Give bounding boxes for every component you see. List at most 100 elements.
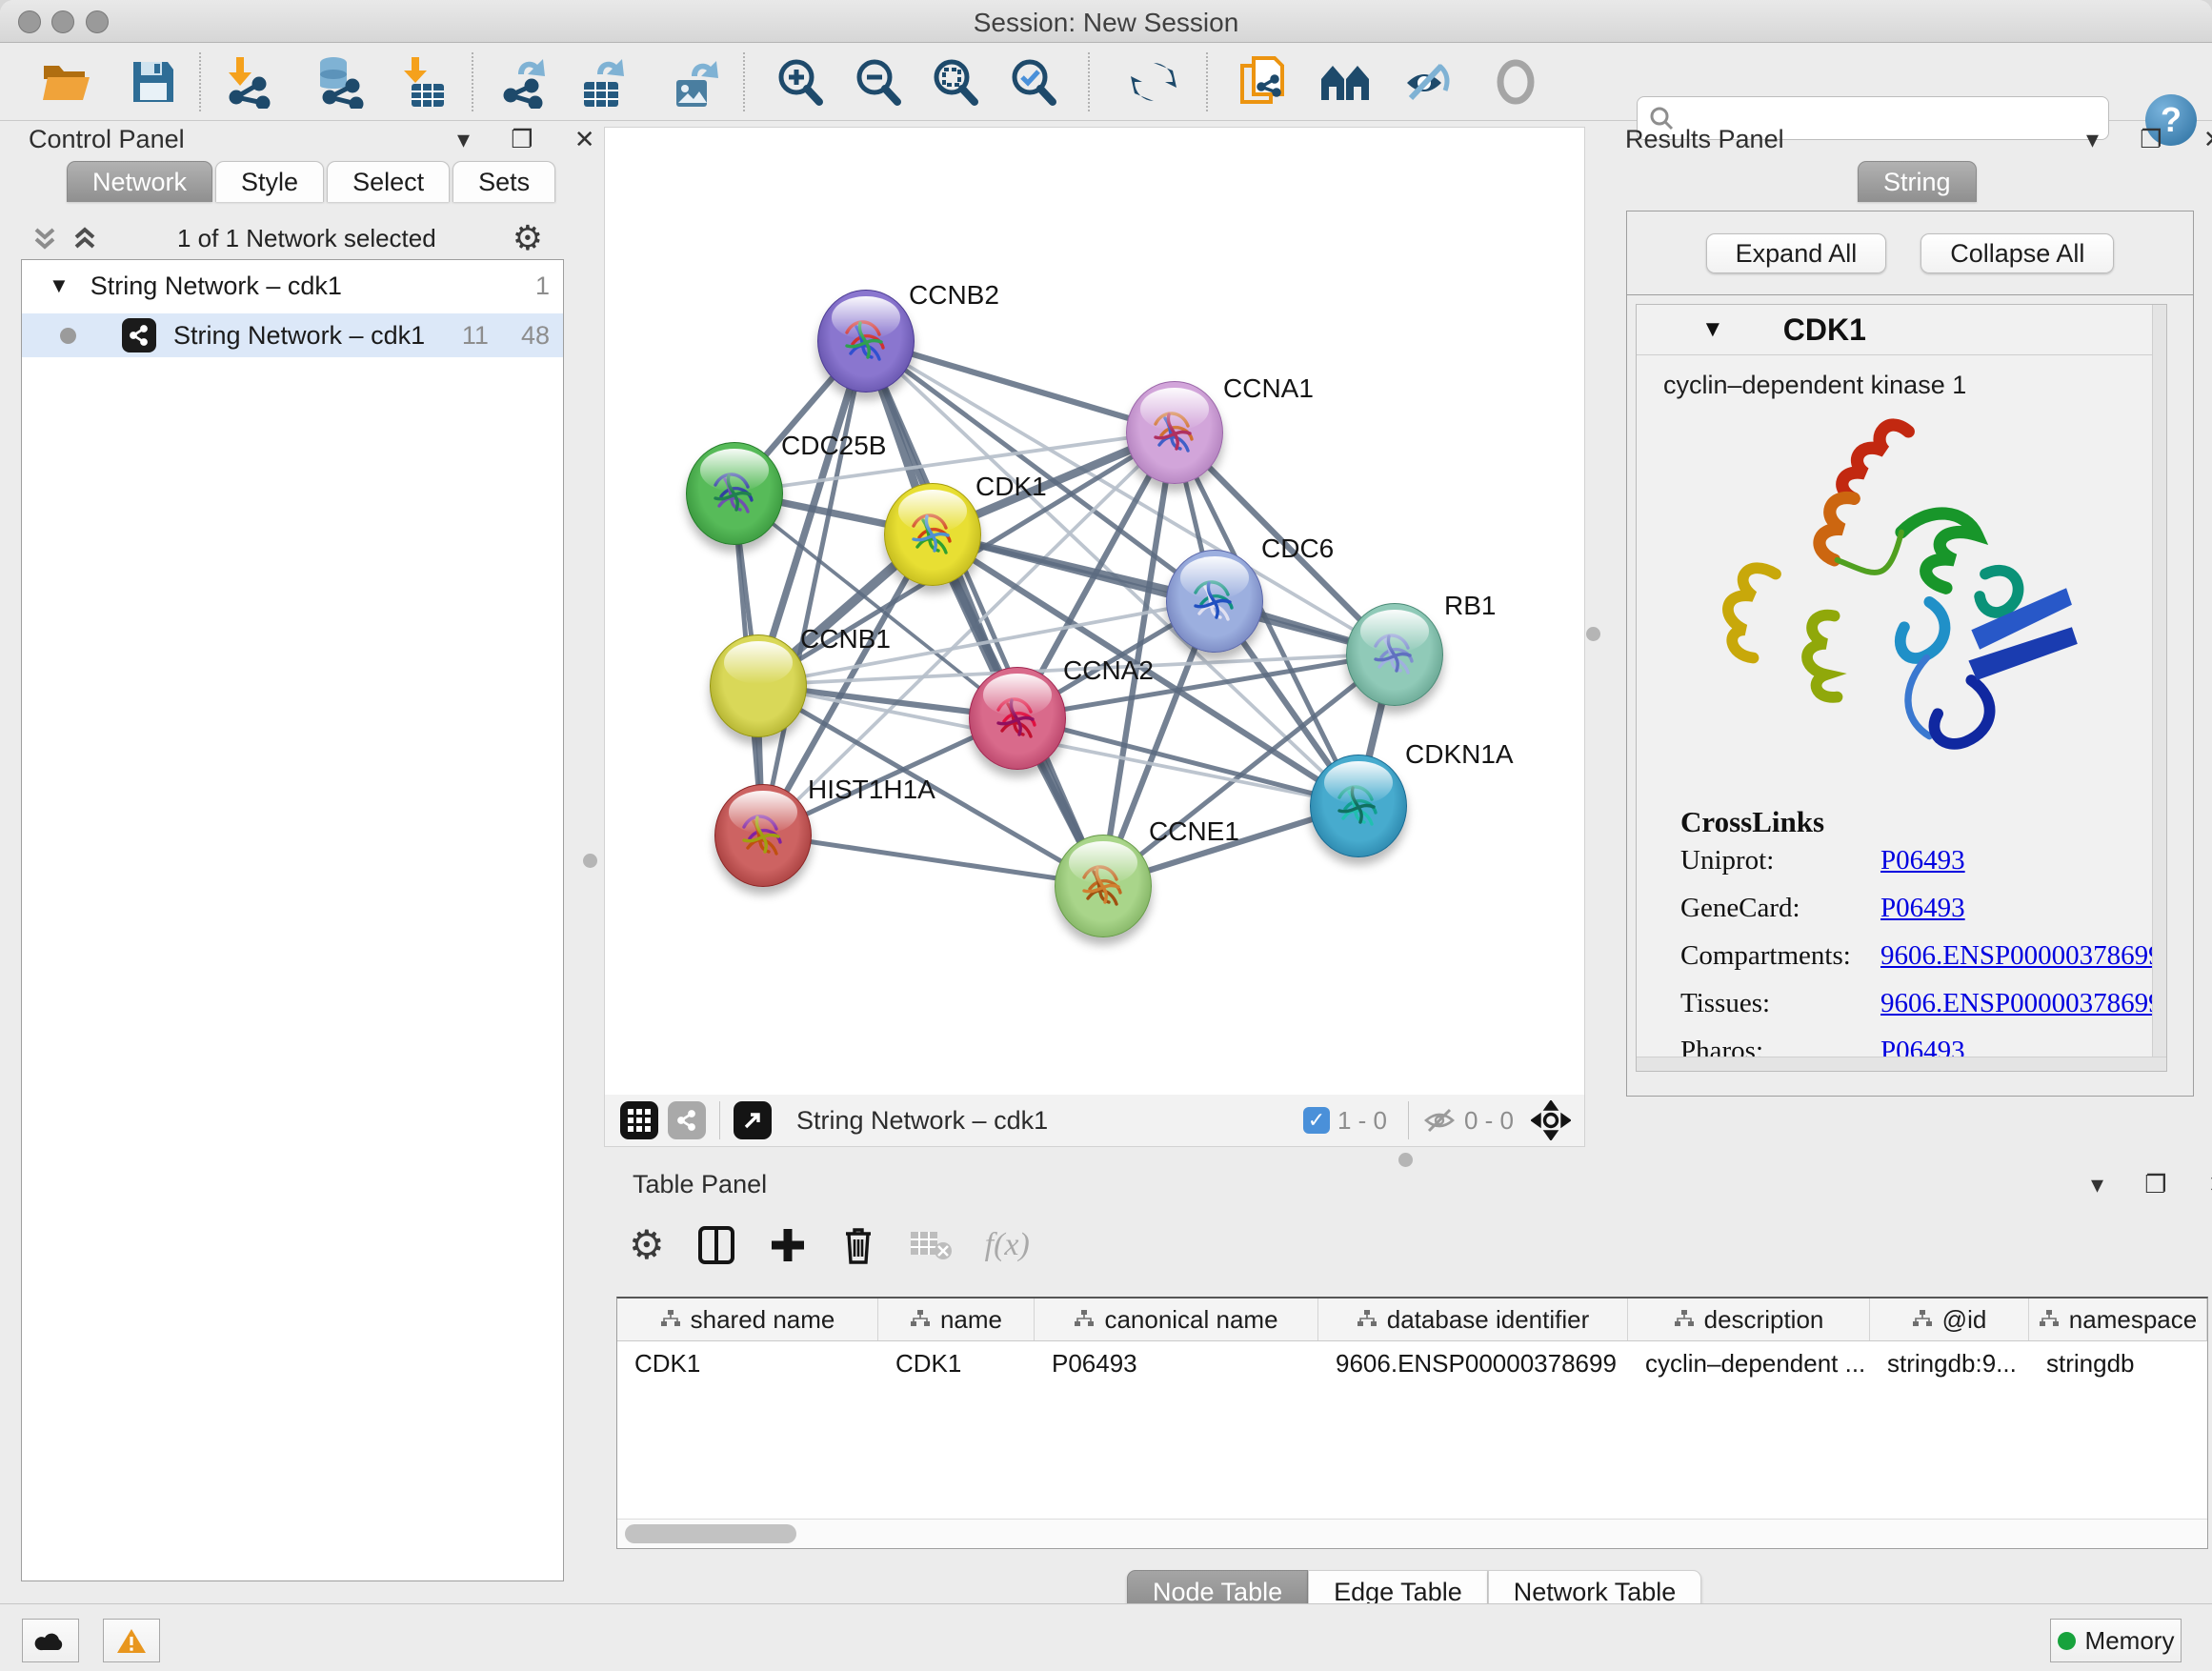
expand-all-icon[interactable] (69, 222, 101, 254)
hide-selected-button[interactable] (1398, 54, 1458, 110)
selected-checkbox-icon[interactable]: ✓ (1303, 1107, 1330, 1134)
toolbar-separator (1408, 1101, 1409, 1139)
cloud-status-button[interactable] (22, 1619, 79, 1662)
toolbar-separator (199, 52, 201, 111)
tab-select[interactable]: Select (327, 161, 450, 202)
crosslink-label: Uniprot: (1680, 845, 1880, 876)
collection-expand-icon[interactable]: ▼ (49, 273, 70, 298)
network-row[interactable]: String Network – cdk1 11 48 (22, 313, 563, 357)
string-network-icon (122, 318, 156, 352)
network-selection-status: 1 of 1 Network selected (101, 224, 513, 253)
edge-HIST1H1A-CCNE1[interactable] (762, 835, 1102, 885)
collapse-entry-icon[interactable]: ▼ (1701, 316, 1724, 343)
table-panel-title: Table Panel (633, 1170, 767, 1199)
right-splitter-handle[interactable] (1586, 627, 1600, 641)
gallery-button[interactable] (1315, 54, 1376, 110)
crosslink-link[interactable]: P06493 (1880, 845, 1965, 876)
table-options-gear-icon[interactable]: ⚙ (629, 1225, 665, 1265)
network-status-dot (60, 328, 76, 344)
results-panel-tabs: String (1858, 161, 1980, 202)
import-table-button[interactable] (392, 54, 453, 110)
string-view-icon[interactable] (668, 1101, 706, 1139)
add-column-icon[interactable] (768, 1225, 808, 1265)
grid-view-icon[interactable] (620, 1101, 658, 1139)
zoom-selected-button[interactable] (1002, 54, 1063, 110)
column-header-namespace[interactable]: namespace (2029, 1299, 2207, 1340)
zoom-in-button[interactable] (769, 54, 830, 110)
node-CCNB2[interactable] (817, 290, 915, 393)
tab-network[interactable]: Network (67, 161, 212, 202)
node-CDC25B[interactable] (686, 442, 783, 545)
network-options-gear-icon[interactable]: ⚙ (513, 221, 543, 255)
tab-sets[interactable]: Sets (452, 161, 555, 202)
edge-CCNB2-HIST1H1A[interactable] (762, 340, 865, 835)
node-CDC6[interactable] (1166, 550, 1263, 653)
tab-style[interactable]: Style (215, 161, 324, 202)
control-panel-controls[interactable]: ▾ ❐ ✕ (457, 125, 613, 154)
warnings-button[interactable] (103, 1619, 160, 1662)
export-table-button[interactable] (572, 54, 633, 110)
column-header-canonical-name[interactable]: canonical name (1035, 1299, 1318, 1340)
node-CDK1[interactable] (884, 483, 981, 586)
scrollbar-thumb[interactable] (625, 1524, 796, 1543)
results-vertical-scrollbar[interactable] (2152, 305, 2166, 1071)
node-table: shared namenamecanonical namedatabase id… (616, 1297, 2208, 1549)
import-network-database-button[interactable] (308, 54, 369, 110)
node-details-header[interactable]: ▼ CDK1 (1637, 305, 2166, 355)
results-panel-controls[interactable]: ▾ ❐ ✕ (2086, 125, 2212, 154)
column-header--id[interactable]: @id (1870, 1299, 2029, 1340)
open-session-button[interactable] (36, 54, 97, 110)
toolbar-separator (472, 52, 473, 111)
results-horizontal-scrollbar[interactable] (1637, 1057, 2166, 1071)
collapse-all-icon[interactable] (29, 222, 61, 254)
table-row[interactable]: CDK1CDK1P064939606.ENSP00000378699cyclin… (617, 1341, 2207, 1385)
export-network-button[interactable] (494, 54, 555, 110)
cloud-icon (34, 1629, 67, 1652)
import-network-file-button[interactable] (216, 54, 277, 110)
column-header-database-identifier[interactable]: database identifier (1318, 1299, 1628, 1340)
crosslink-link[interactable]: P06493 (1880, 893, 1965, 924)
node-CCNE1[interactable] (1055, 835, 1152, 937)
node-CCNA1[interactable] (1126, 381, 1223, 484)
function-builder-button: f(x) (985, 1227, 1030, 1263)
crosslink-link[interactable]: 9606.ENSP00000378699 (1880, 988, 2162, 1019)
warning-icon (116, 1627, 147, 1654)
protein-structure-image (1637, 406, 2166, 792)
delete-column-icon[interactable] (840, 1224, 876, 1266)
node-label-CCNB2: CCNB2 (909, 280, 999, 311)
node-CCNB1[interactable] (710, 634, 807, 737)
results-buttons-box: Expand All Collapse All (1626, 211, 2194, 296)
refresh-button[interactable] (1123, 54, 1184, 110)
network-canvas[interactable]: CCNB2CCNA1CDC25BCDK1CDC6RB1CCNB1CCNA2CDK… (604, 127, 1585, 1096)
node-HIST1H1A[interactable] (714, 784, 812, 887)
column-header-name[interactable]: name (878, 1299, 1035, 1340)
column-header-description[interactable]: description (1628, 1299, 1870, 1340)
entry-description: cyclin–dependent kinase 1 (1637, 355, 2166, 400)
network-edge-count: 48 (521, 321, 550, 351)
table-horizontal-scrollbar[interactable] (617, 1519, 2207, 1548)
node-RB1[interactable] (1346, 603, 1443, 706)
zoom-out-button[interactable] (847, 54, 908, 110)
show-all-button[interactable] (1485, 54, 1546, 110)
birds-eye-icon[interactable] (1531, 1100, 1571, 1140)
expand-all-button[interactable]: Expand All (1706, 233, 1887, 273)
save-session-button[interactable] (123, 54, 184, 110)
memory-button[interactable]: Memory (2050, 1619, 2182, 1662)
crosslink-link[interactable]: 9606.ENSP00000378699 (1880, 940, 2162, 972)
collapse-all-button[interactable]: Collapse All (1920, 233, 2114, 273)
column-header-shared-name[interactable]: shared name (617, 1299, 878, 1340)
left-splitter-handle[interactable] (583, 854, 597, 868)
toolbar-separator (1206, 52, 1208, 111)
show-columns-icon[interactable] (697, 1224, 735, 1266)
bottom-splitter-handle[interactable] (1398, 1153, 1413, 1167)
open-in-new-icon[interactable] (734, 1101, 772, 1139)
network-collection-row[interactable]: ▼ String Network – cdk1 1 (22, 260, 563, 308)
export-image-button[interactable] (664, 54, 725, 110)
node-CDKN1A[interactable] (1310, 755, 1407, 857)
annotations-button[interactable] (1233, 54, 1294, 110)
zoom-fit-button[interactable] (924, 54, 985, 110)
table-toolbar: ⚙ f(x) (629, 1224, 1030, 1266)
tab-string[interactable]: String (1858, 161, 1977, 202)
table-panel-controls[interactable]: ▾ ❐ ✕ (2091, 1170, 2212, 1199)
node-CCNA2[interactable] (969, 667, 1066, 770)
